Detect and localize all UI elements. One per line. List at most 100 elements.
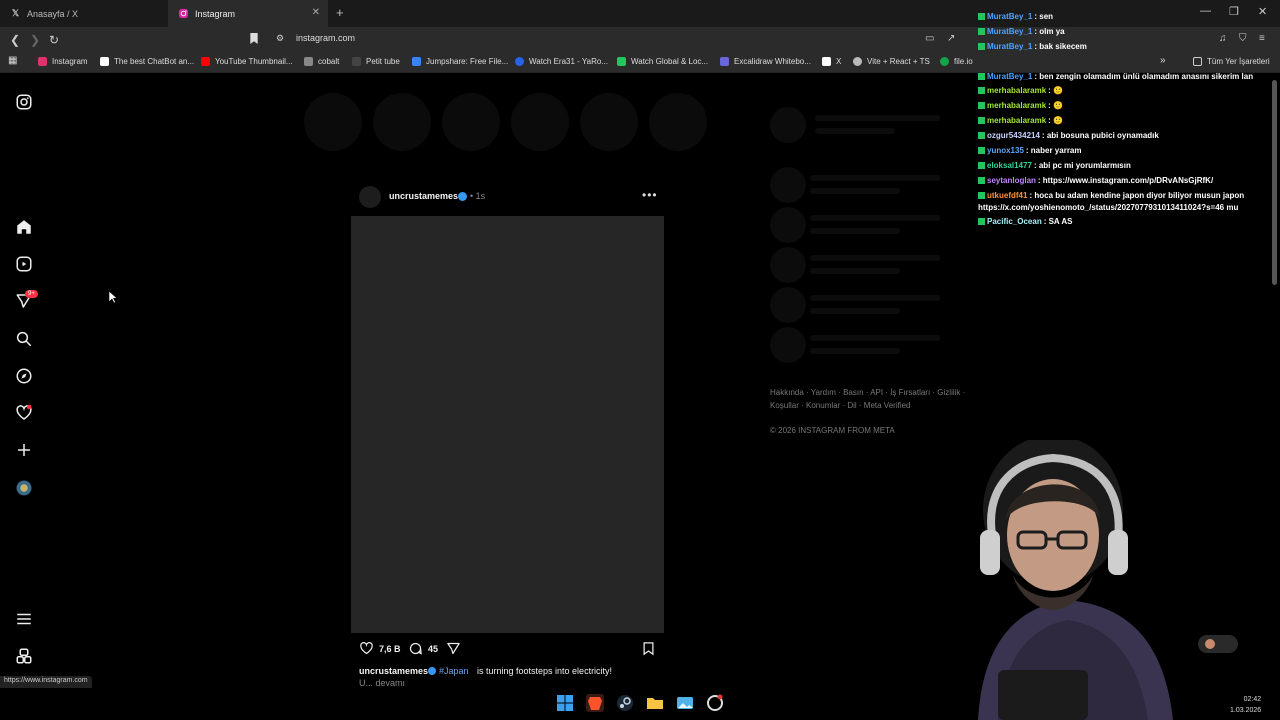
suggestion-placeholder [810, 268, 900, 274]
bookmark-item[interactable]: The best ChatBot an... [100, 57, 194, 66]
instagram-logo-icon[interactable] [15, 93, 33, 111]
jumpshare-icon [412, 57, 421, 66]
address-bar[interactable]: instagram.com [296, 33, 355, 43]
bookmark-item[interactable]: Watch Global & Loc... [617, 57, 708, 66]
suggestion-placeholder [770, 287, 806, 323]
bookmark-item[interactable]: Vite + React + TS [853, 57, 930, 66]
caption-hashtag[interactable]: #Japan [439, 666, 469, 676]
media-icon[interactable]: ♫ [1219, 33, 1227, 44]
like-heart-icon[interactable] [359, 641, 374, 661]
chat-message: MuratBey_1: bak sikecem [978, 42, 1087, 51]
bookmark-item[interactable]: Watch Era31 - YaRo... [515, 57, 608, 66]
menu-icon[interactable]: ≡ [1259, 33, 1265, 44]
caption-username[interactable]: uncrustamemes [359, 666, 428, 676]
suggestion-placeholder [810, 255, 940, 261]
chat-message: merhabalaramk: 🙂 [978, 101, 1063, 110]
reload-icon[interactable]: ↻ [49, 33, 59, 47]
folder-icon [1193, 57, 1202, 66]
apps-grid-icon[interactable]: ▦ [8, 55, 17, 66]
footer-copyright: © 2026 INSTAGRAM FROM META [770, 426, 895, 435]
more-bookmarks-icon[interactable]: » [1160, 55, 1166, 66]
bookmark-icon[interactable] [249, 33, 259, 47]
post-options-icon[interactable]: ••• [642, 188, 658, 202]
bookmark-item[interactable]: Jumpshare: Free File... [412, 57, 508, 66]
suggestion-placeholder [810, 215, 940, 221]
global-icon [617, 57, 626, 66]
chat-text: olm ya [1039, 27, 1065, 36]
maximize-button[interactable]: ❐ [1229, 5, 1239, 18]
close-window-button[interactable]: ✕ [1258, 5, 1267, 18]
notifications-heart-icon[interactable] [15, 404, 33, 422]
post-username[interactable]: uncrustamemes [389, 191, 458, 201]
chat-badge-icon [978, 192, 985, 200]
story-placeholder [649, 93, 707, 151]
chat-badge-icon [978, 13, 985, 21]
suggestion-placeholder [810, 348, 900, 354]
share-icon[interactable]: ↗ [947, 33, 955, 44]
chat-message: merhabalaramk: 🙂 [978, 116, 1063, 125]
close-tab-icon[interactable]: ✕ [312, 7, 320, 18]
file-explorer-icon[interactable] [646, 694, 664, 712]
comment-count[interactable]: 45 [428, 644, 438, 654]
brave-browser-icon[interactable] [586, 694, 604, 712]
story-placeholder [373, 93, 431, 151]
all-bookmarks[interactable]: Tüm Yer İşaretleri [1193, 57, 1270, 66]
chat-text: 🙂 [1053, 86, 1064, 95]
more-menu-icon[interactable] [15, 610, 33, 628]
suggestion-placeholder [810, 335, 940, 341]
bookmark-item[interactable]: YouTube Thumbnail... [201, 57, 293, 66]
post-time: • 1s [470, 191, 486, 201]
shield-icon[interactable]: ⛉ [1239, 33, 1247, 44]
cast-icon[interactable]: ▭ [925, 33, 934, 44]
chat-message: MuratBey_1: sen [978, 12, 1053, 21]
obs-icon[interactable] [706, 694, 724, 712]
petit-tube-icon [352, 57, 361, 66]
minimize-button[interactable]: — [1200, 5, 1211, 17]
steam-icon[interactable] [616, 694, 634, 712]
bookmark-item[interactable]: Petit tube [352, 57, 400, 66]
suggestion-placeholder [810, 228, 900, 234]
story-placeholder [511, 93, 569, 151]
site-info-icon[interactable]: ⚙ [276, 33, 284, 44]
reels-icon[interactable] [15, 255, 33, 273]
bookmark-item[interactable]: cobalt [304, 57, 339, 66]
youtube-icon [201, 57, 210, 66]
explore-icon[interactable] [15, 367, 33, 385]
post-author-avatar[interactable] [359, 186, 381, 208]
chat-text: abi pc mi yorumlarmısın [1038, 161, 1131, 170]
also-from-meta-icon[interactable] [15, 647, 33, 665]
like-count[interactable]: 7,6 B [379, 644, 401, 654]
tab-x[interactable]: 𝕏 Anasayfa / X [0, 0, 168, 27]
tab-instagram[interactable]: Instagram ✕ [168, 0, 328, 27]
chat-message: yunox135: naber yarram [978, 146, 1082, 155]
chat-badge-icon [978, 28, 985, 36]
chat-message: utkuefdf41: hoca bu adam kendine japon d… [978, 190, 1258, 214]
bookmark-item[interactable]: file.io [940, 57, 973, 66]
caption-more-link[interactable]: U... devamı [359, 678, 405, 688]
photos-app-icon[interactable] [676, 694, 694, 712]
footer-links[interactable]: Hakkında · Yardım · Basın · API · İş Fır… [770, 388, 965, 397]
profile-avatar[interactable] [15, 479, 33, 497]
save-bookmark-icon[interactable] [641, 641, 656, 661]
bookmark-item[interactable]: Excalidraw Whitebo... [720, 57, 811, 66]
bookmark-item[interactable]: Instagram [38, 57, 88, 66]
home-icon[interactable] [15, 218, 33, 236]
page-scrollbar[interactable] [1272, 80, 1277, 285]
mouse-cursor-icon [109, 291, 117, 303]
bookmark-item[interactable]: X [822, 57, 841, 66]
back-icon[interactable]: ❮ [10, 33, 20, 47]
new-tab-button[interactable]: + [336, 5, 344, 20]
create-plus-icon[interactable] [15, 441, 33, 459]
post-media[interactable] [351, 216, 664, 633]
chat-username: MuratBey_1 [987, 72, 1033, 81]
browser-toolbar: ❮ ❯ ↻ ⚙ ▭ ↗ ♫ ⛉ ≡ [0, 27, 1280, 53]
share-icon[interactable] [446, 641, 461, 661]
windows-start-icon[interactable] [556, 694, 574, 712]
comment-icon[interactable] [408, 641, 423, 661]
chat-message: ozgur5434214: abi bosuna pubici oynamadı… [978, 131, 1159, 140]
forward-icon[interactable]: ❯ [30, 33, 40, 47]
chat-badge-icon [978, 73, 985, 81]
footer-links[interactable]: Koşullar · Konumlar · Dil · Meta Verifie… [770, 401, 911, 410]
search-icon[interactable] [15, 330, 33, 348]
chat-message: merhabalaramk: 🙂 [978, 86, 1063, 95]
